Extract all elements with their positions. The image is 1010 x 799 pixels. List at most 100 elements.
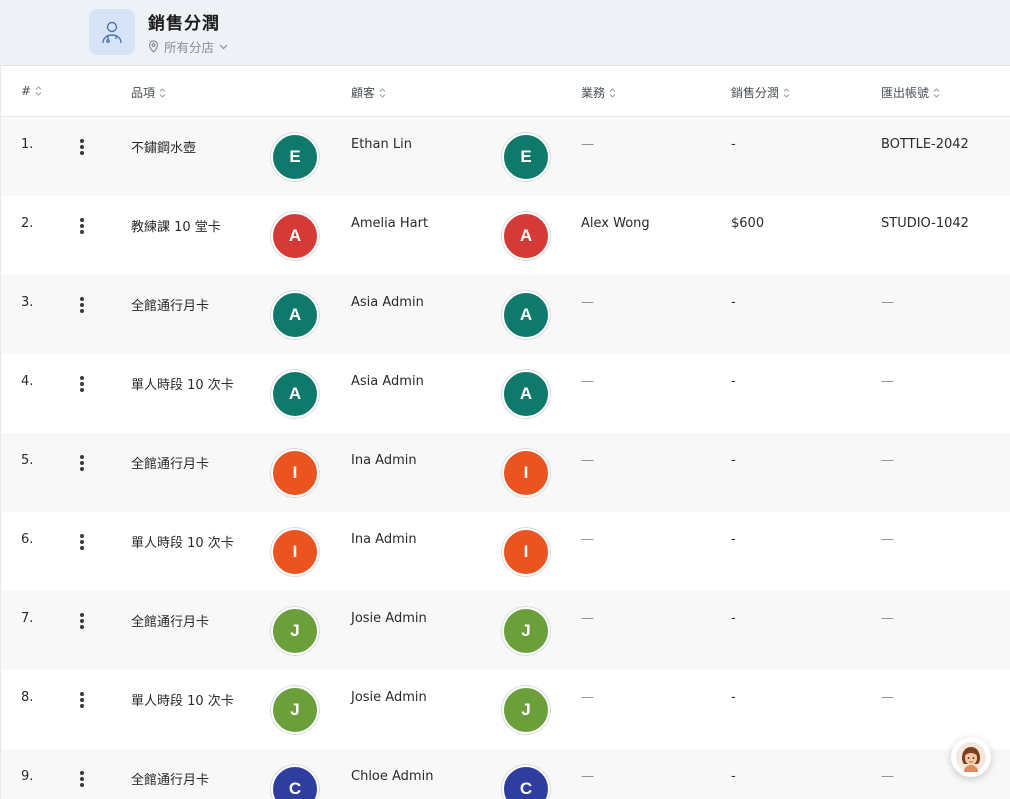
- chevron-down-icon: [219, 44, 228, 49]
- column-header-item[interactable]: 品項: [131, 84, 166, 101]
- avatar: I: [502, 528, 550, 576]
- avatar: A: [502, 291, 550, 339]
- avatar: I: [271, 528, 319, 576]
- export-account: —: [881, 453, 894, 468]
- column-header-commission[interactable]: 銷售分潤: [731, 84, 790, 101]
- branch-selector[interactable]: 所有分店: [148, 37, 228, 56]
- avatar: A: [502, 370, 550, 418]
- more-options-icon[interactable]: [79, 455, 85, 473]
- customer-name: Chloe Admin: [351, 769, 434, 784]
- more-options-icon[interactable]: [79, 613, 85, 631]
- table-row[interactable]: 2. 教練課 10 堂卡 A Amelia Hart A Alex Wong $…: [1, 196, 1010, 275]
- row-index: 5.: [21, 453, 34, 468]
- row-index: 4.: [21, 374, 34, 389]
- more-options-icon[interactable]: [79, 297, 85, 315]
- item-name: 全館通行月卡: [131, 457, 210, 472]
- commission-value: -: [731, 532, 736, 547]
- avatar: A: [502, 212, 550, 260]
- customer-name: Ina Admin: [351, 453, 417, 468]
- more-options-icon[interactable]: [79, 376, 85, 394]
- sales-name: —: [581, 690, 594, 705]
- sales-name: —: [581, 374, 594, 389]
- avatar: A: [271, 212, 319, 260]
- avatar: J: [271, 607, 319, 655]
- avatar: I: [271, 449, 319, 497]
- export-account: BOTTLE-2042: [881, 137, 969, 152]
- export-account: —: [881, 532, 894, 547]
- item-name: 單人時段 10 次卡: [131, 536, 234, 551]
- sales-name: —: [581, 611, 594, 626]
- commission-value: $600: [731, 216, 765, 231]
- row-index: 8.: [21, 690, 34, 705]
- avatar: A: [271, 291, 319, 339]
- avatar: A: [271, 370, 319, 418]
- more-options-icon[interactable]: [79, 139, 85, 157]
- item-name: 不鏽鋼水壺: [131, 141, 197, 156]
- table-row[interactable]: 6. 單人時段 10 次卡 I Ina Admin I — - —: [1, 512, 1010, 591]
- commission-value: -: [731, 295, 736, 310]
- sort-icon: [609, 87, 616, 98]
- commission-table: # 品項 顧客 業務 銷售分潤 匯出帳號 1. 不鏽鋼水壺 E Ethan Li…: [0, 66, 1010, 799]
- column-header-sales[interactable]: 業務: [581, 84, 616, 101]
- row-index: 7.: [21, 611, 34, 626]
- export-account: —: [881, 690, 894, 705]
- more-options-icon[interactable]: [79, 692, 85, 710]
- column-header-customer[interactable]: 顧客: [351, 84, 386, 101]
- avatar: E: [502, 133, 550, 181]
- page-header: 銷售分潤 所有分店: [0, 0, 1010, 66]
- avatar: E: [271, 133, 319, 181]
- page-title: 銷售分潤: [148, 14, 220, 34]
- row-index: 9.: [21, 769, 34, 784]
- more-options-icon[interactable]: [79, 771, 85, 789]
- item-name: 單人時段 10 次卡: [131, 378, 234, 393]
- row-index: 2.: [21, 216, 34, 231]
- export-account: STUDIO-1042: [881, 216, 969, 231]
- commission-value: -: [731, 690, 736, 705]
- commission-value: -: [731, 611, 736, 626]
- sales-name: —: [581, 769, 594, 784]
- sort-icon: [159, 87, 166, 98]
- table-row[interactable]: 7. 全館通行月卡 J Josie Admin J — - —: [1, 591, 1010, 670]
- sort-icon: [379, 87, 386, 98]
- export-account: —: [881, 295, 894, 310]
- sort-icon: [35, 86, 42, 96]
- table-row[interactable]: 3. 全館通行月卡 A Asia Admin A — - —: [1, 275, 1010, 354]
- table-row[interactable]: 5. 全館通行月卡 I Ina Admin I — - —: [1, 433, 1010, 512]
- export-account: —: [881, 769, 894, 784]
- commission-value: -: [731, 374, 736, 389]
- sort-icon: [933, 87, 940, 98]
- row-index: 3.: [21, 295, 34, 310]
- table-row[interactable]: 8. 單人時段 10 次卡 J Josie Admin J — - —: [1, 670, 1010, 749]
- customer-name: Amelia Hart: [351, 216, 429, 231]
- commission-value: -: [731, 137, 736, 152]
- customer-name: Asia Admin: [351, 374, 424, 389]
- customer-name: Ethan Lin: [351, 137, 412, 152]
- customer-name: Josie Admin: [351, 690, 427, 705]
- column-header-export-account[interactable]: 匯出帳號: [881, 84, 940, 101]
- row-index: 6.: [21, 532, 34, 547]
- column-header-index[interactable]: #: [21, 84, 42, 98]
- table-body: 1. 不鏽鋼水壺 E Ethan Lin E — - BOTTLE-2042 2…: [1, 117, 1010, 799]
- avatar: I: [502, 449, 550, 497]
- row-index: 1.: [21, 137, 34, 152]
- avatar: J: [502, 607, 550, 655]
- customer-name: Asia Admin: [351, 295, 424, 310]
- customer-name: Ina Admin: [351, 532, 417, 547]
- support-chat-button[interactable]: [951, 737, 991, 777]
- table-row[interactable]: 4. 單人時段 10 次卡 A Asia Admin A — - —: [1, 354, 1010, 433]
- item-name: 單人時段 10 次卡: [131, 694, 234, 709]
- sales-name: Alex Wong: [581, 216, 650, 231]
- export-account: —: [881, 374, 894, 389]
- sort-icon: [783, 87, 790, 98]
- table-row[interactable]: 1. 不鏽鋼水壺 E Ethan Lin E — - BOTTLE-2042: [1, 117, 1010, 196]
- sales-name: —: [581, 453, 594, 468]
- sales-name: —: [581, 137, 594, 152]
- more-options-icon[interactable]: [79, 218, 85, 236]
- sales-name: —: [581, 295, 594, 310]
- commission-value: -: [731, 453, 736, 468]
- more-options-icon[interactable]: [79, 534, 85, 552]
- table-row[interactable]: 9. 全館通行月卡 C Chloe Admin C — - —: [1, 749, 1010, 799]
- customer-name: Josie Admin: [351, 611, 427, 626]
- export-account: —: [881, 611, 894, 626]
- avatar: C: [271, 765, 319, 799]
